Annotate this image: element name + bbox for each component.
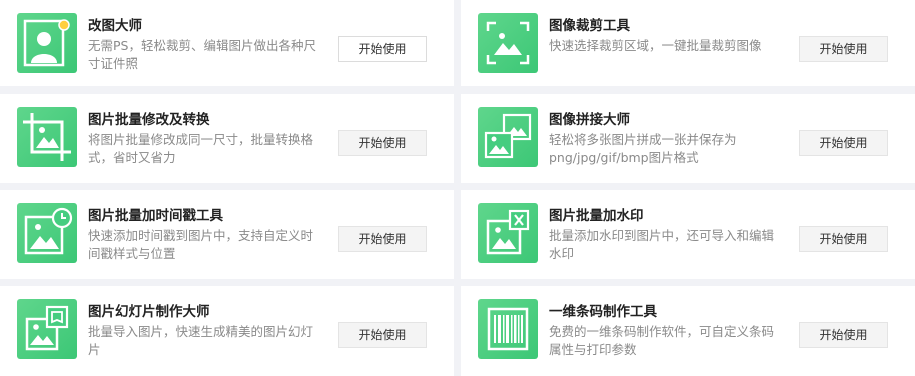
tool-description: 快速选择裁剪区域，一键批量裁剪图像 <box>549 38 762 53</box>
start-button[interactable]: 开始使用 <box>338 226 427 252</box>
image-clock-icon <box>17 203 77 263</box>
tool-description: 批量添加水印到图片中，还可导入和编辑水印 <box>549 228 775 261</box>
start-button[interactable]: 开始使用 <box>799 322 888 348</box>
tool-title: 图片批量加水印 <box>549 208 644 224</box>
tool-title: 改图大师 <box>88 18 142 34</box>
tool-title: 图像拼接大师 <box>549 112 630 128</box>
tool-card-image-crop[interactable]: 图像裁剪工具 快速选择裁剪区域，一键批量裁剪图像 开始使用 <box>461 0 915 86</box>
tool-card-timestamp[interactable]: 图片批量加时间戳工具 快速添加时间戳到图片中，支持自定义时间戳样式与位置 开始使… <box>0 190 454 279</box>
start-button[interactable]: 开始使用 <box>799 36 888 62</box>
crop-resize-icon <box>17 107 77 167</box>
tool-card-slideshow[interactable]: 图片幻灯片制作大师 批量导入图片，快速生成精美的图片幻灯片 开始使用 <box>0 286 454 376</box>
start-button[interactable]: 开始使用 <box>338 130 427 156</box>
tool-title: 图片幻灯片制作大师 <box>88 304 210 320</box>
image-watermark-icon <box>478 203 538 263</box>
tool-description: 无需PS，轻松裁剪、编辑图片做出各种尺寸证件照 <box>88 38 316 71</box>
tool-description: 将图片批量修改成同一尺寸，批量转换格式，省时又省力 <box>88 132 314 165</box>
crop-frame-image-icon <box>478 13 538 73</box>
start-button[interactable]: 开始使用 <box>338 322 427 348</box>
tool-grid: 改图大师 无需PS，轻松裁剪、编辑图片做出各种尺寸证件照 开始使用 图像裁剪工具… <box>0 0 915 376</box>
tool-description: 轻松将多张图片拼成一张并保存为png/jpg/gif/bmp图片格式 <box>549 132 737 165</box>
tool-description: 快速添加时间戳到图片中，支持自定义时间戳样式与位置 <box>88 228 314 261</box>
tool-card-id-photo[interactable]: 改图大师 无需PS，轻松裁剪、编辑图片做出各种尺寸证件照 开始使用 <box>0 0 454 86</box>
tool-title: 图像裁剪工具 <box>549 18 630 34</box>
tool-title: 图片批量加时间戳工具 <box>88 208 223 224</box>
tool-card-barcode[interactable]: 一维条码制作工具 免费的一维条码制作软件，可自定义条码属性与打印参数 开始使用 <box>461 286 915 376</box>
tool-description: 免费的一维条码制作软件，可自定义条码属性与打印参数 <box>549 324 775 357</box>
start-button[interactable]: 开始使用 <box>799 130 888 156</box>
start-button[interactable]: 开始使用 <box>799 226 888 252</box>
id-photo-person-icon <box>17 13 77 73</box>
tool-title: 图片批量修改及转换 <box>88 112 210 128</box>
tool-card-watermark[interactable]: 图片批量加水印 批量添加水印到图片中，还可导入和编辑水印 开始使用 <box>461 190 915 279</box>
tool-card-batch-resize[interactable]: 图片批量修改及转换 将图片批量修改成同一尺寸，批量转换格式，省时又省力 开始使用 <box>0 94 454 183</box>
stacked-images-icon <box>478 107 538 167</box>
start-button[interactable]: 开始使用 <box>338 36 427 62</box>
tool-description: 批量导入图片，快速生成精美的图片幻灯片 <box>88 324 314 357</box>
image-slideshow-icon <box>17 299 77 359</box>
barcode-icon <box>478 299 538 359</box>
tool-card-image-stitch[interactable]: 图像拼接大师 轻松将多张图片拼成一张并保存为png/jpg/gif/bmp图片格… <box>461 94 915 183</box>
tool-title: 一维条码制作工具 <box>549 304 657 320</box>
